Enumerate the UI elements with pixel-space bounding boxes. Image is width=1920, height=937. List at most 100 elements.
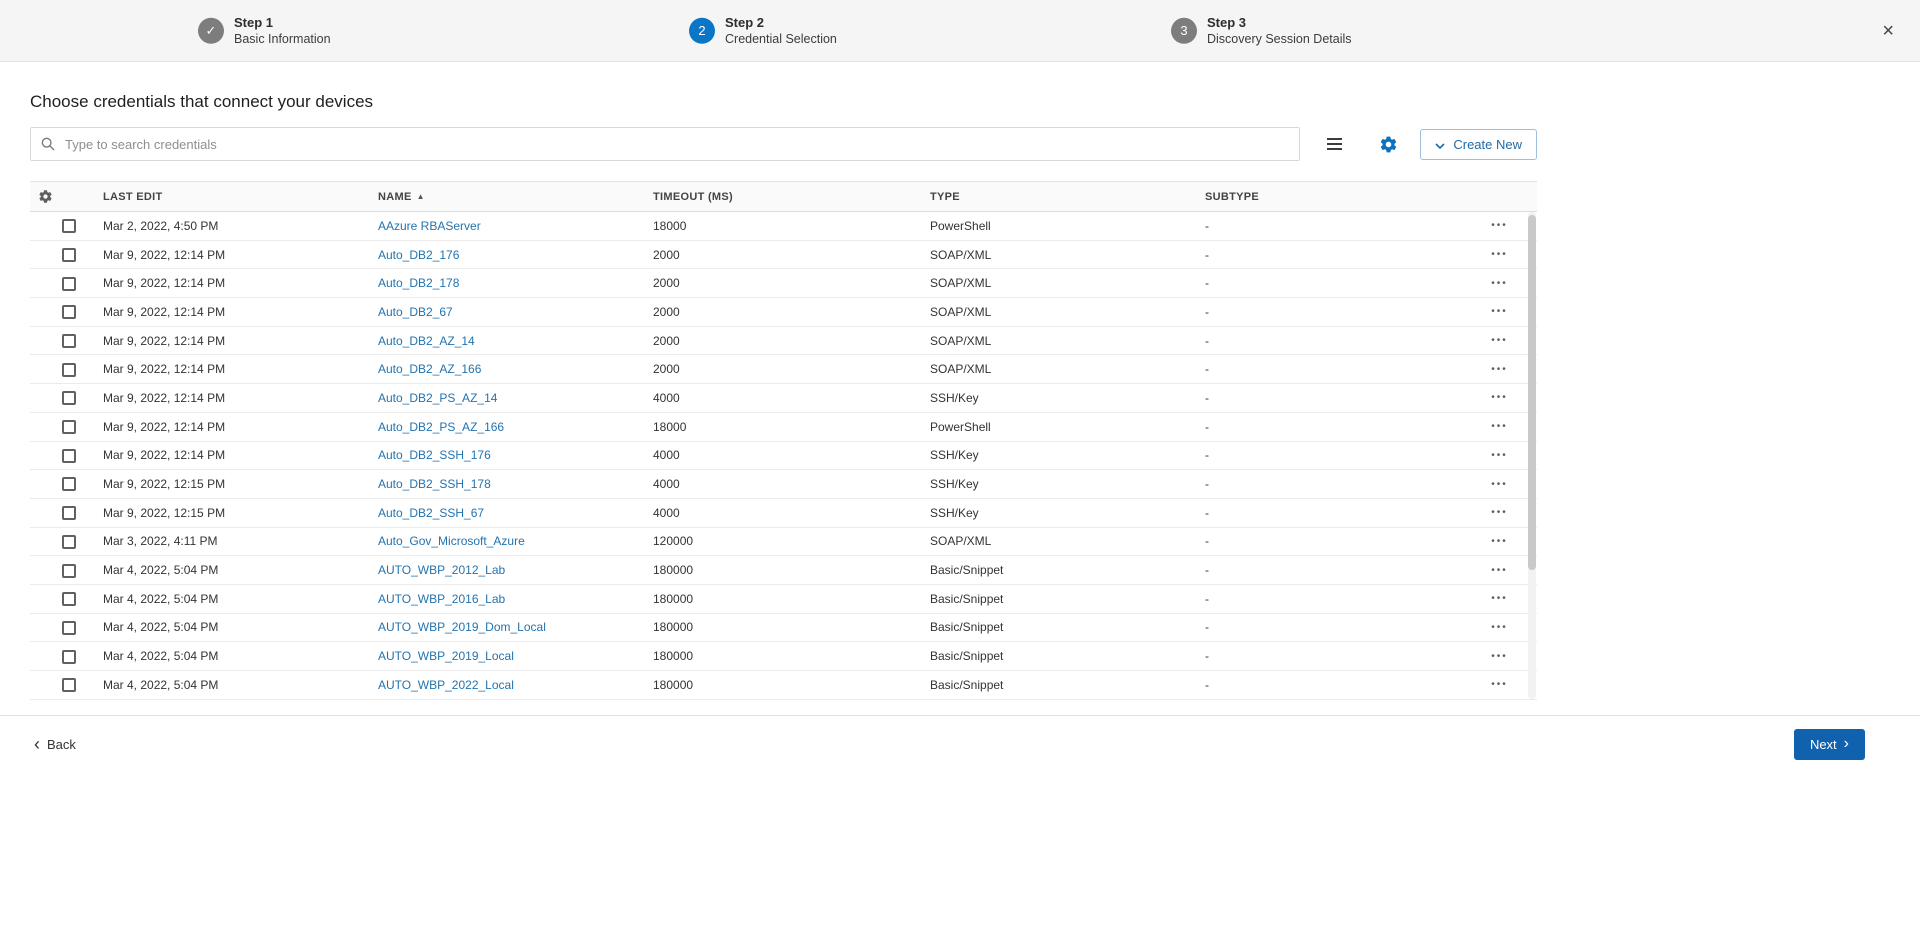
row-checkbox[interactable] [62,305,76,320]
credential-name-link[interactable]: Auto_DB2_176 [378,248,459,262]
column-header-subtype[interactable]: SUBTYPE [1205,181,1470,212]
row-actions-button[interactable]: ••• [1470,622,1537,633]
checkbox-cell [30,641,103,671]
row-checkbox[interactable] [62,477,76,492]
row-actions-button[interactable]: ••• [1470,392,1537,403]
scrollbar-thumb[interactable] [1528,215,1536,570]
column-header-name[interactable]: NAME ▲ [378,181,653,212]
actions-cell: ••• [1470,498,1537,528]
table-row: Mar 4, 2022, 5:04 PM AUTO_WBP_2019_Dom_Lo… [30,613,1537,643]
column-header-last-edit[interactable]: LAST EDIT [103,181,378,212]
step-label: Step 1 [234,14,274,30]
checkbox-cell [30,326,103,356]
row-actions-button[interactable]: ••• [1470,565,1537,576]
column-header-timeout[interactable]: TIMEOUT (MS) [653,181,930,212]
row-checkbox[interactable] [62,276,76,291]
cell-name: Auto_DB2_AZ_14 [378,326,653,356]
row-actions-button[interactable]: ••• [1470,249,1537,260]
cell-last-edit: Mar 2, 2022, 4:50 PM [103,211,378,241]
credential-name-link[interactable]: Auto_DB2_178 [378,276,459,290]
actions-cell: ••• [1470,211,1537,241]
table-settings-gear-icon[interactable] [1379,135,1398,154]
actions-cell: ••• [1470,297,1537,327]
credential-name-link[interactable]: Auto_DB2_67 [378,305,453,319]
row-actions-button[interactable]: ••• [1470,593,1537,604]
table-row: Mar 9, 2022, 12:14 PM Auto_DB2_67 2000 SOAP… [30,297,1537,327]
close-wizard-button[interactable]: × [1882,21,1894,41]
search-input[interactable] [30,127,1301,161]
credential-name-link[interactable]: Auto_DB2_SSH_178 [378,477,491,491]
row-actions-button[interactable]: ••• [1470,278,1537,289]
row-checkbox[interactable] [62,219,76,234]
row-checkbox[interactable] [62,334,76,348]
checkbox-cell [30,498,103,528]
credential-search [30,127,1301,161]
row-actions-button[interactable]: ••• [1470,479,1537,490]
cell-last-edit: Mar 9, 2022, 12:14 PM [103,268,378,299]
row-actions-button[interactable]: ••• [1470,364,1537,375]
step-credential-selection[interactable]: 2 Step 2 Credential Selection [689,13,837,47]
row-checkbox[interactable] [62,563,76,578]
cell-type: PowerShell [930,412,1205,442]
row-actions-button[interactable]: ••• [1470,507,1537,518]
check-icon: ✓ [205,22,217,38]
list-menu-icon[interactable] [1326,138,1343,150]
cell-timeout: 180000 [653,641,930,671]
row-checkbox[interactable] [62,678,76,693]
row-checkbox[interactable] [62,420,76,435]
credential-name-link[interactable]: AUTO_WBP_2019_Local [378,649,514,663]
back-button[interactable]: ‹ Back [34,735,76,753]
row-checkbox[interactable] [62,362,76,377]
next-button[interactable]: Next › [1793,728,1865,760]
cell-name: Auto_Gov_Microsoft_Azure [378,527,653,557]
column-settings-gear-icon[interactable] [38,189,53,204]
cell-subtype: - [1205,268,1470,299]
cell-type: SOAP/XML [930,354,1205,385]
row-actions-button[interactable]: ••• [1470,306,1537,317]
credential-name-link[interactable]: AUTO_WBP_2012_Lab [378,563,505,577]
credential-name-link[interactable]: Auto_DB2_PS_AZ_14 [378,391,497,405]
row-checkbox[interactable] [62,247,76,262]
credential-name-link[interactable]: Auto_DB2_AZ_166 [378,362,481,376]
credential-name-link[interactable]: Auto_DB2_PS_AZ_166 [378,420,504,434]
row-actions-button[interactable]: ••• [1470,679,1537,690]
actions-cell: ••• [1470,469,1537,499]
credential-name-link[interactable]: AUTO_WBP_2019_Dom_Local [378,620,546,634]
row-checkbox[interactable] [62,534,76,549]
row-checkbox[interactable] [62,448,76,463]
credential-name-link[interactable]: Auto_DB2_SSH_176 [378,448,491,462]
row-checkbox[interactable] [62,506,76,521]
checkbox-cell [30,670,103,700]
checkbox-cell [30,412,103,442]
credential-name-link[interactable]: Auto_DB2_SSH_67 [378,506,484,520]
create-new-button[interactable]: Create New [1420,128,1537,160]
table-scrollbar[interactable] [1528,212,1536,699]
row-checkbox[interactable] [62,592,76,607]
row-actions-button[interactable]: ••• [1470,651,1537,662]
step-active-circle: 2 [689,17,715,44]
checkbox-cell [30,441,103,471]
row-checkbox[interactable] [62,649,76,664]
row-actions-button[interactable]: ••• [1470,335,1537,346]
credential-name-link[interactable]: Auto_DB2_AZ_14 [378,334,475,348]
cell-timeout: 2000 [653,326,930,356]
step-discovery-session-details[interactable]: 3 Step 3 Discovery Session Details [1171,13,1352,47]
page-title: Choose credentials that connect your dev… [30,92,374,111]
row-checkbox[interactable] [62,391,76,406]
row-checkbox[interactable] [62,620,76,635]
credential-name-link[interactable]: AUTO_WBP_2022_Local [378,678,514,692]
credential-name-link[interactable]: AAzure RBAServer [378,219,481,233]
cell-timeout: 180000 [653,670,930,700]
row-actions-button[interactable]: ••• [1470,421,1537,432]
column-header-type[interactable]: TYPE [930,181,1205,212]
cell-last-edit: Mar 4, 2022, 5:04 PM [103,613,378,643]
credential-name-link[interactable]: Auto_Gov_Microsoft_Azure [378,534,525,548]
credential-name-link[interactable]: AUTO_WBP_2016_Lab [378,592,505,606]
row-actions-button[interactable]: ••• [1470,450,1537,461]
back-label: Back [47,736,76,752]
row-actions-button[interactable]: ••• [1470,220,1537,231]
step-basic-information[interactable]: ✓ Step 1 Basic Information [198,13,331,47]
row-actions-button[interactable]: ••• [1470,536,1537,547]
cell-timeout: 4000 [653,469,930,499]
cell-name: AUTO_WBP_2022_Local [378,670,653,700]
